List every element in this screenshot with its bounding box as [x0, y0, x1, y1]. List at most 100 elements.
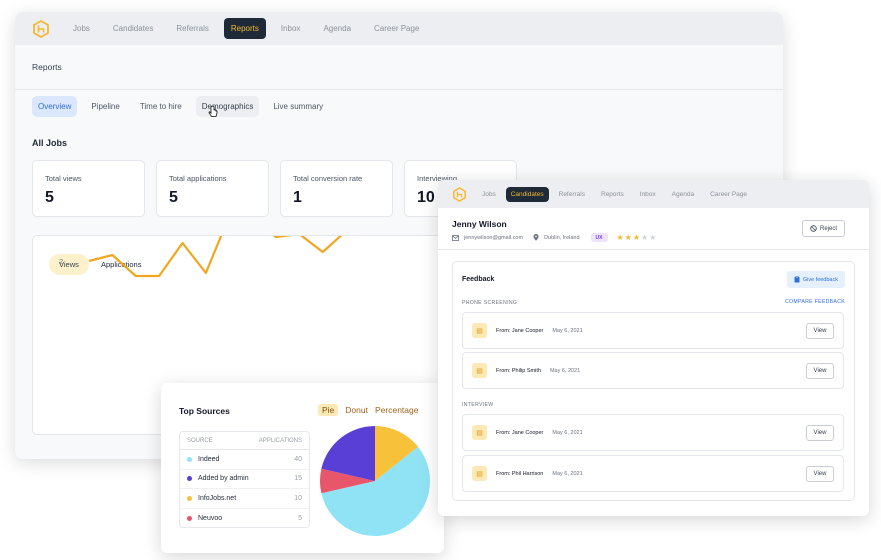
note-icon: ▤: [472, 363, 487, 378]
nav-jobs[interactable]: Jobs: [482, 191, 496, 198]
brand-logo-icon[interactable]: [453, 186, 466, 202]
clipboard-icon: [794, 276, 800, 283]
source-name: InfoJobs.net: [198, 494, 237, 502]
list-item: ▤ From: Jane Cooper May 6, 2021 View: [462, 414, 844, 451]
nav-career-page[interactable]: Career Page: [710, 191, 747, 198]
give-feedback-label: Give feedback: [802, 276, 838, 283]
view-button[interactable]: View: [806, 466, 834, 482]
sources-view-tabs: Pie Donut Percentage: [318, 404, 418, 416]
give-feedback-button[interactable]: Give feedback: [786, 271, 845, 288]
source-value: 15: [294, 475, 302, 483]
table-row: Indeed 40: [180, 450, 309, 470]
view-button[interactable]: View: [806, 323, 834, 339]
feedback-date: May 6, 2021: [552, 327, 583, 334]
stat-value: 1: [293, 189, 302, 206]
stat-label: Total views: [45, 174, 82, 183]
reject-label: Reject: [819, 225, 837, 232]
feedback-date: May 6, 2021: [549, 367, 581, 374]
nav-referrals[interactable]: Referrals: [176, 24, 208, 33]
source-name: Added by admin: [198, 475, 249, 483]
source-value: 40: [294, 455, 302, 463]
pointer-cursor-icon: [208, 106, 218, 117]
view-percentage[interactable]: Percentage: [375, 404, 418, 416]
role-tag-badge: UX: [590, 233, 608, 242]
list-item: ▤ From: Philip Smith May 6, 2021 View: [462, 352, 844, 389]
views-series-line: [88, 236, 343, 278]
report-tabs: Overview Pipeline Time to hire Demograph…: [32, 96, 329, 117]
source-name: Neuvoo: [198, 514, 223, 522]
divider: [438, 249, 869, 250]
nav-inbox[interactable]: Inbox: [281, 24, 301, 33]
note-icon: ▤: [472, 466, 487, 481]
interview-label: INTERVIEW: [462, 402, 494, 408]
nav-jobs[interactable]: Jobs: [73, 24, 90, 33]
table-row: InfoJobs.net 10: [180, 489, 309, 509]
nav-candidates[interactable]: Candidates: [113, 24, 153, 33]
legend-dot: [187, 495, 192, 501]
top-navigation: Jobs Candidates Referrals Reports Inbox …: [438, 180, 869, 208]
candidate-meta: jennywilson@gmail.com Dublin, Ireland UX…: [452, 233, 656, 242]
feedback-from: From: Philip Smith: [496, 367, 541, 374]
nav-reports[interactable]: Reports: [601, 191, 624, 198]
phone-screening-label: PHONE SCREENING: [462, 300, 518, 306]
star-icon[interactable]: ★: [633, 233, 640, 242]
note-icon: ▤: [472, 323, 487, 338]
feedback-title: Feedback: [462, 276, 495, 283]
feedback-from: From: Phil Harrison: [496, 470, 544, 477]
nav-agenda[interactable]: Agenda: [323, 24, 351, 33]
source-value: 5: [298, 514, 302, 522]
stat-total-applications: Total applications 5: [156, 160, 269, 217]
view-donut[interactable]: Donut: [345, 404, 368, 416]
star-icon[interactable]: ★: [649, 233, 656, 242]
nav-career-page[interactable]: Career Page: [374, 24, 419, 33]
star-icon[interactable]: ★: [641, 233, 648, 242]
feedback-from: From: Jane Cooper: [496, 327, 544, 334]
nav-inbox[interactable]: Inbox: [640, 191, 656, 198]
tab-time-to-hire[interactable]: Time to hire: [134, 96, 188, 117]
stat-total-views: Total views 5: [32, 160, 145, 217]
block-icon: [810, 225, 817, 232]
mail-icon: [452, 234, 459, 241]
nav-candidates[interactable]: Candidates: [505, 186, 549, 202]
star-icon[interactable]: ★: [625, 233, 632, 242]
source-value: 10: [294, 494, 302, 502]
tab-demographics[interactable]: Demographics: [195, 96, 260, 117]
section-title: All Jobs: [32, 138, 68, 148]
view-button[interactable]: View: [806, 363, 834, 379]
reject-button[interactable]: Reject: [802, 220, 845, 237]
candidate-email[interactable]: jennywilson@gmail.com: [464, 235, 523, 241]
nav-referrals[interactable]: Referrals: [559, 191, 585, 198]
tab-live-summary[interactable]: Live summary: [267, 96, 329, 117]
feedback-date: May 6, 2021: [552, 429, 583, 436]
header-applications: APPLICATIONS: [258, 437, 302, 444]
table-row: Added by admin 15: [180, 470, 309, 489]
table-row: Neuvoo 5: [180, 509, 309, 529]
compare-feedback-link[interactable]: COMPARE FEEDBACK: [785, 299, 845, 305]
stat-label: Total applications: [169, 174, 227, 183]
stat-label: Total conversion rate: [293, 174, 363, 183]
brand-logo-icon[interactable]: [33, 19, 49, 38]
top-navigation: Jobs Candidates Referrals Reports Inbox …: [15, 12, 783, 45]
tab-pipeline[interactable]: Pipeline: [85, 96, 125, 117]
note-icon: ▤: [472, 425, 487, 440]
header-source: SOURCE: [187, 437, 213, 444]
page-title: Reports: [15, 45, 783, 90]
rating-stars[interactable]: ★ ★ ★ ★ ★: [617, 233, 657, 242]
sources-table-header: SOURCE APPLICATIONS: [180, 432, 309, 450]
nav-reports[interactable]: Reports: [223, 18, 266, 39]
view-button[interactable]: View: [806, 425, 834, 441]
star-icon[interactable]: ★: [617, 233, 624, 242]
list-item: ▤ From: Jane Cooper May 6, 2021 View: [462, 312, 844, 349]
sources-pie-chart: [320, 426, 430, 536]
legend-dot: [187, 456, 192, 462]
tab-overview[interactable]: Overview: [32, 96, 78, 117]
list-item: ▤ From: Phil Harrison May 6, 2021 View: [462, 455, 844, 492]
candidate-location: Dublin, Ireland: [544, 234, 580, 241]
candidate-window: Jobs Candidates Referrals Reports Inbox …: [438, 180, 869, 516]
nav-agenda[interactable]: Agenda: [672, 191, 694, 198]
y-tick-label: 2: [59, 257, 63, 266]
feedback-card: Feedback Give feedback PHONE SCREENING C…: [452, 261, 855, 501]
stat-value: 5: [169, 189, 178, 206]
view-pie[interactable]: Pie: [318, 404, 339, 416]
candidate-name: Jenny Wilson: [452, 219, 507, 229]
